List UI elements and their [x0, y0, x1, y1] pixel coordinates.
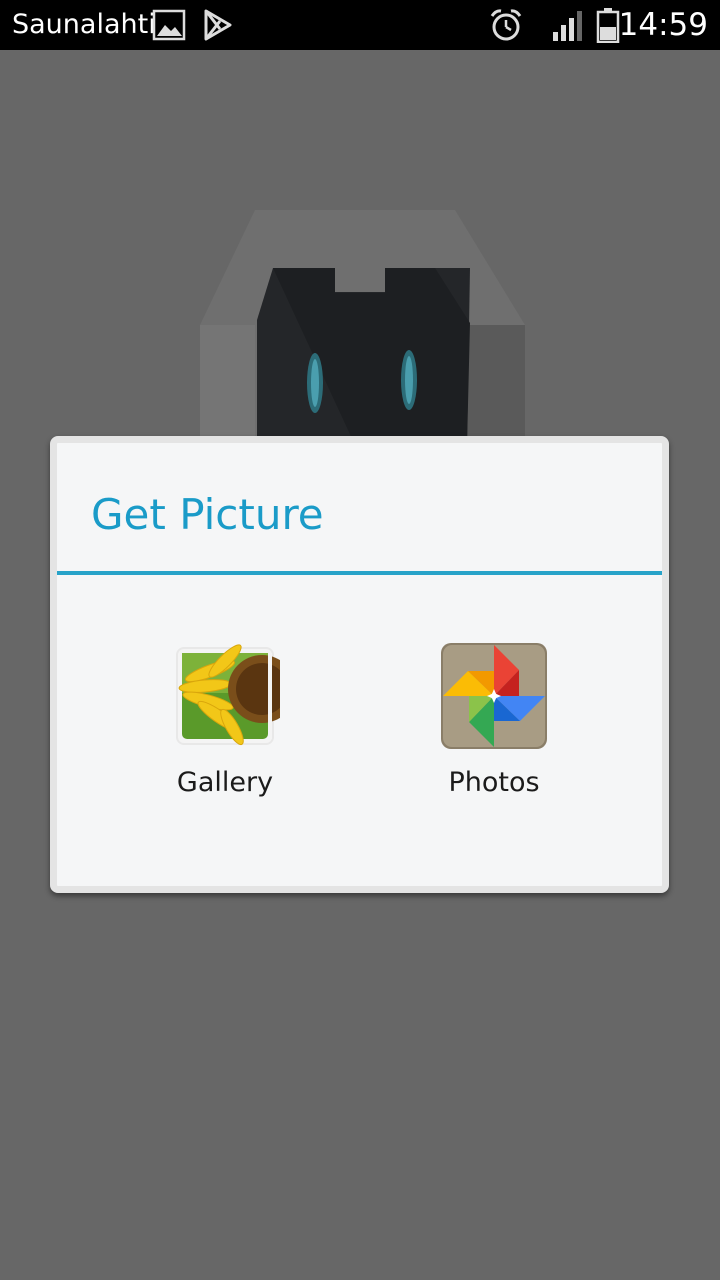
- battery-icon: [596, 7, 620, 47]
- get-picture-dialog: Get Picture Gallery Photos: [50, 436, 669, 893]
- clock: 14:59: [618, 7, 708, 43]
- photos-option[interactable]: Photos: [384, 633, 604, 813]
- gallery-label: Gallery: [176, 767, 274, 798]
- status-bar: Saunalahti 14:59: [0, 0, 720, 50]
- screen: Saunalahti 14:59 Get Picture Gallery Pho…: [0, 0, 720, 1280]
- gallery-sunflower-icon: [170, 641, 296, 751]
- dialog-title: Get Picture: [91, 490, 324, 539]
- signal-icon: [552, 10, 584, 46]
- image-notification-icon: [152, 9, 186, 45]
- google-photos-pinwheel-icon: [439, 641, 549, 751]
- play-store-icon: [202, 9, 234, 45]
- background-app-logo: [195, 205, 535, 445]
- photos-label: Photos: [448, 767, 540, 798]
- dialog-content: Get Picture Gallery Photos: [57, 443, 662, 886]
- gallery-option[interactable]: Gallery: [115, 633, 335, 813]
- carrier-name: Saunalahti: [12, 9, 156, 40]
- alarm-icon: [488, 8, 524, 46]
- title-divider: [57, 571, 662, 575]
